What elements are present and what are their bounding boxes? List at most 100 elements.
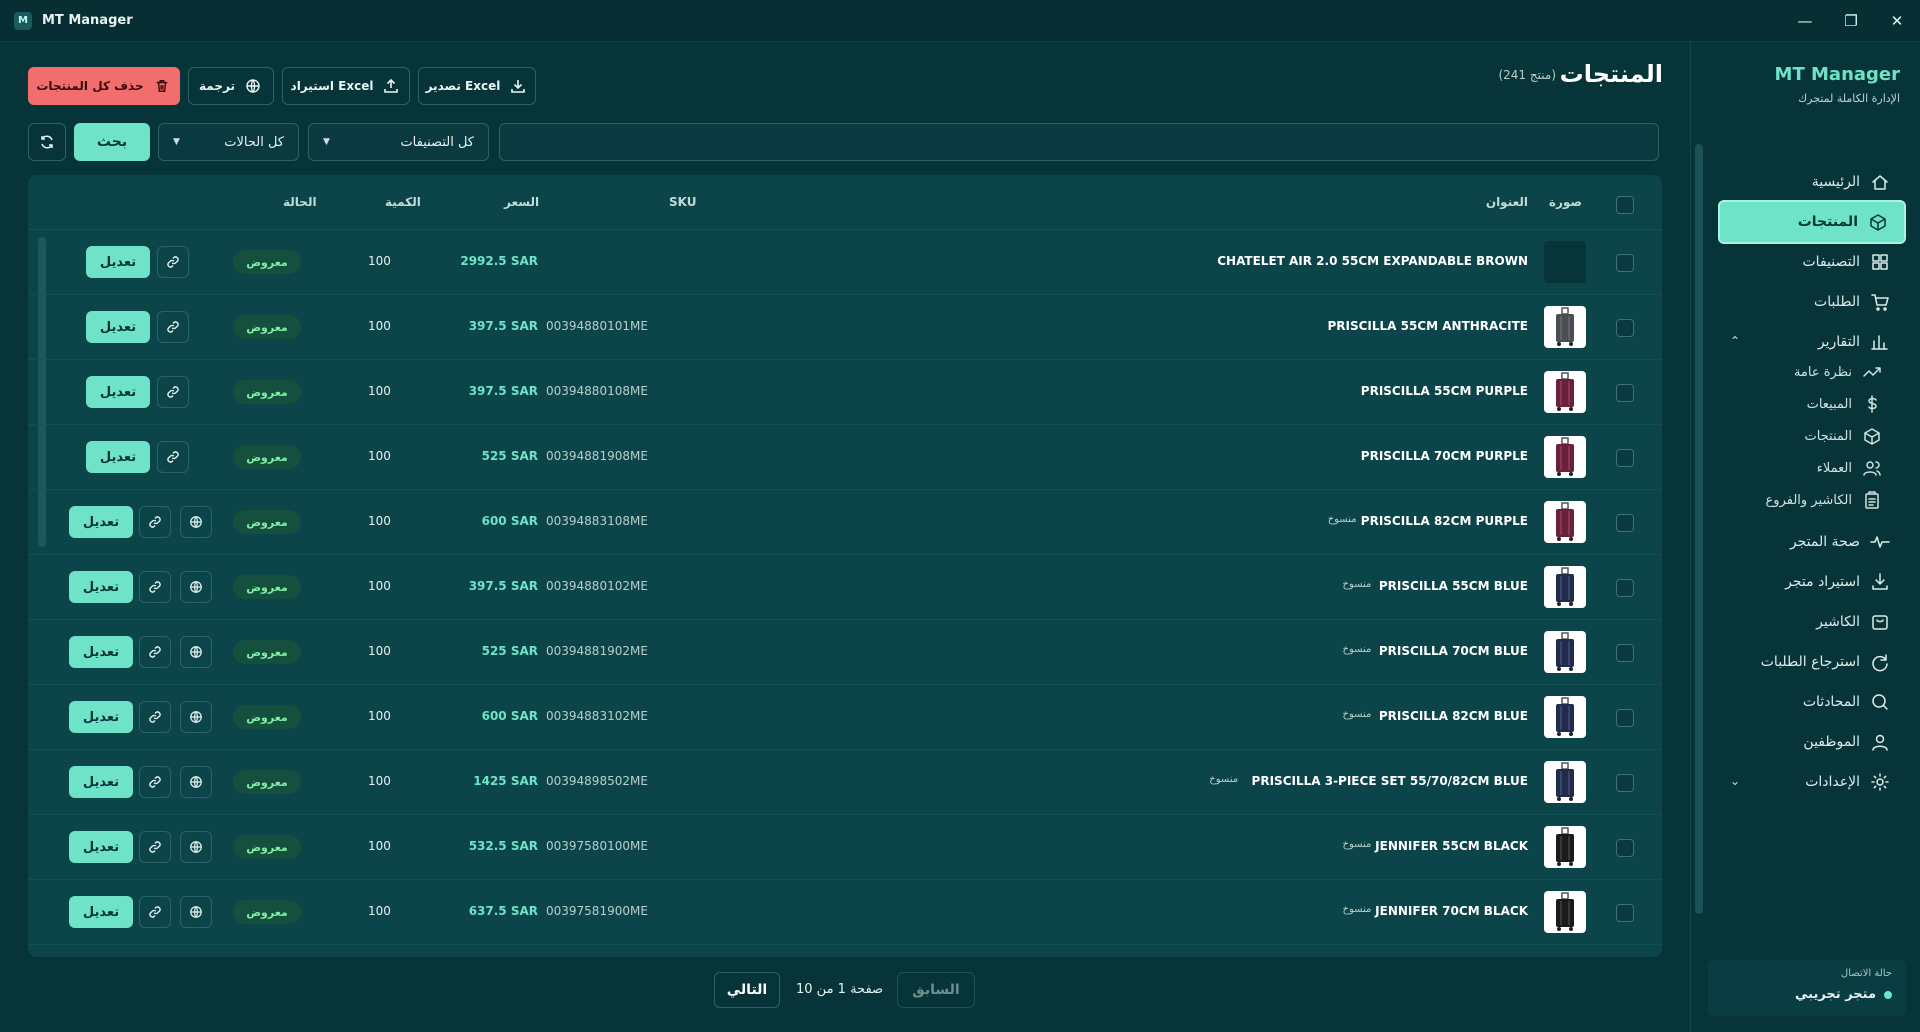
link-button[interactable] bbox=[139, 506, 171, 538]
edit-button[interactable]: تعديل bbox=[86, 376, 150, 408]
link-button[interactable] bbox=[157, 441, 189, 473]
search-button[interactable]: بحث bbox=[74, 123, 150, 161]
row-checkbox[interactable] bbox=[1616, 904, 1634, 922]
product-qty: 100 bbox=[368, 839, 391, 853]
globe-icon bbox=[243, 76, 263, 96]
sidebar-item-label: استيراد متجر bbox=[1785, 574, 1860, 590]
link-button[interactable] bbox=[139, 896, 171, 928]
export-excel-button[interactable]: تصدير Excel bbox=[418, 67, 536, 105]
product-image bbox=[1544, 371, 1586, 413]
translate-row-button[interactable] bbox=[180, 636, 212, 668]
sidebar-item-label: صحة المتجر bbox=[1789, 534, 1860, 550]
translate-row-button[interactable] bbox=[180, 896, 212, 928]
row-checkbox[interactable] bbox=[1616, 384, 1634, 402]
link-button[interactable] bbox=[157, 376, 189, 408]
sidebar-item-label: التقارير bbox=[1817, 334, 1860, 350]
row-checkbox[interactable] bbox=[1616, 644, 1634, 662]
link-button[interactable] bbox=[139, 831, 171, 863]
sidebar-item-12[interactable]: الكاشير bbox=[1816, 602, 1890, 642]
row-checkbox[interactable] bbox=[1616, 449, 1634, 467]
link-icon bbox=[145, 707, 165, 727]
status-select[interactable]: ▼ كل الحالات bbox=[158, 123, 299, 161]
link-button[interactable] bbox=[157, 311, 189, 343]
row-checkbox[interactable] bbox=[1616, 319, 1634, 337]
page-title: المنتجات bbox=[1559, 60, 1663, 88]
row-checkbox[interactable] bbox=[1616, 254, 1634, 272]
table-row: PRISCILLA 70CM PURPLE 00394881908ME 525 SA… bbox=[28, 425, 1662, 490]
row-checkbox[interactable] bbox=[1616, 774, 1634, 792]
link-button[interactable] bbox=[139, 701, 171, 733]
edit-button[interactable]: تعديل bbox=[69, 636, 133, 668]
connection-row: متجر تجريبي bbox=[1722, 987, 1892, 1002]
edit-button[interactable]: تعديل bbox=[69, 506, 133, 538]
sidebar-scrollbar[interactable] bbox=[1695, 144, 1703, 914]
sidebar-item-16[interactable]: الإعدادات bbox=[1805, 762, 1890, 802]
restore-button[interactable]: ❐ bbox=[1828, 0, 1874, 42]
link-button[interactable] bbox=[139, 766, 171, 798]
edit-button[interactable]: تعديل bbox=[69, 896, 133, 928]
link-button[interactable] bbox=[139, 571, 171, 603]
status-badge: معروض bbox=[233, 835, 301, 859]
link-icon bbox=[163, 317, 183, 337]
row-checkbox[interactable] bbox=[1616, 839, 1634, 857]
upload-icon bbox=[381, 76, 401, 96]
sidebar-item-3[interactable]: الطلبات bbox=[1814, 282, 1890, 322]
link-button[interactable] bbox=[139, 636, 171, 668]
sidebar-item-7[interactable]: المنتجات bbox=[1804, 420, 1882, 452]
prev-page-button[interactable]: السابق bbox=[897, 972, 975, 1008]
edit-button[interactable]: تعديل bbox=[86, 246, 150, 278]
translate-row-button[interactable] bbox=[180, 701, 212, 733]
link-button[interactable] bbox=[157, 246, 189, 278]
copied-tag: منسوخ bbox=[1209, 774, 1239, 785]
translate-row-button[interactable] bbox=[180, 506, 212, 538]
sidebar-item-13[interactable]: استرجاع الطلبات bbox=[1761, 642, 1890, 682]
search-input[interactable] bbox=[499, 123, 1659, 161]
globe-icon bbox=[186, 577, 206, 597]
product-count: (241 منتج) bbox=[1498, 68, 1556, 82]
minimize-button[interactable]: — bbox=[1782, 0, 1828, 42]
download-icon bbox=[1870, 572, 1890, 592]
translate-row-button[interactable] bbox=[180, 766, 212, 798]
brand: MT Manager الإدارة الكاملة لمتجرك bbox=[1775, 64, 1900, 105]
sidebar-item-2[interactable]: التصنيفات bbox=[1803, 242, 1891, 282]
translate-row-button[interactable] bbox=[180, 571, 212, 603]
link-icon bbox=[145, 772, 165, 792]
sidebar-item-8[interactable]: العملاء bbox=[1817, 452, 1882, 484]
sidebar-item-10[interactable]: صحة المتجر bbox=[1790, 522, 1890, 562]
edit-button[interactable]: تعديل bbox=[69, 831, 133, 863]
row-checkbox[interactable] bbox=[1616, 579, 1634, 597]
translate-button[interactable]: ترجمة bbox=[188, 67, 274, 105]
category-select[interactable]: ▼ كل التصنيفات bbox=[308, 123, 489, 161]
sidebar-item-0[interactable]: الرئيسية bbox=[1812, 162, 1890, 202]
edit-button[interactable]: تعديل bbox=[69, 766, 133, 798]
translate-row-button[interactable] bbox=[180, 831, 212, 863]
product-sku: 00394880101ME bbox=[546, 319, 648, 333]
sidebar-item-6[interactable]: المبيعات bbox=[1807, 388, 1882, 420]
globe-icon bbox=[186, 512, 206, 532]
row-checkbox[interactable] bbox=[1616, 514, 1634, 532]
edit-button[interactable]: تعديل bbox=[69, 701, 133, 733]
sidebar-item-5[interactable]: نظرة عامة bbox=[1794, 356, 1882, 388]
sidebar-item-9[interactable]: الكاشير والفروع bbox=[1766, 484, 1882, 516]
sidebar-item-1[interactable]: المنتجات bbox=[1718, 200, 1906, 244]
refresh-button[interactable] bbox=[28, 123, 66, 161]
sidebar-item-15[interactable]: الموظفين bbox=[1803, 722, 1890, 762]
edit-button[interactable]: تعديل bbox=[86, 311, 150, 343]
delete-all-button[interactable]: حذف كل المنتجات bbox=[28, 67, 180, 105]
close-button[interactable]: ✕ bbox=[1874, 0, 1920, 42]
sidebar-item-14[interactable]: المحادثات bbox=[1803, 682, 1890, 722]
import-excel-button[interactable]: استيراد Excel bbox=[282, 67, 410, 105]
row-checkbox[interactable] bbox=[1616, 709, 1634, 727]
chevron-down-icon[interactable]: ⌄ bbox=[1730, 774, 1740, 788]
page-info: صفحة 1 من 10 bbox=[796, 982, 884, 997]
edit-button[interactable]: تعديل bbox=[69, 571, 133, 603]
product-price: 397.5 SAR bbox=[468, 384, 538, 398]
next-page-button[interactable]: التالي bbox=[714, 972, 780, 1008]
edit-button[interactable]: تعديل bbox=[86, 441, 150, 473]
product-image bbox=[1544, 306, 1586, 348]
sidebar-item-11[interactable]: استيراد متجر bbox=[1785, 562, 1890, 602]
sidebar-item-label: الطلبات bbox=[1814, 294, 1860, 310]
select-all-checkbox[interactable] bbox=[1616, 196, 1634, 214]
chevron-up-icon[interactable]: ⌃ bbox=[1730, 334, 1740, 348]
table-row: PRISCILLA 70CM BLUE منسوخ 00394881902ME 525… bbox=[28, 620, 1662, 685]
